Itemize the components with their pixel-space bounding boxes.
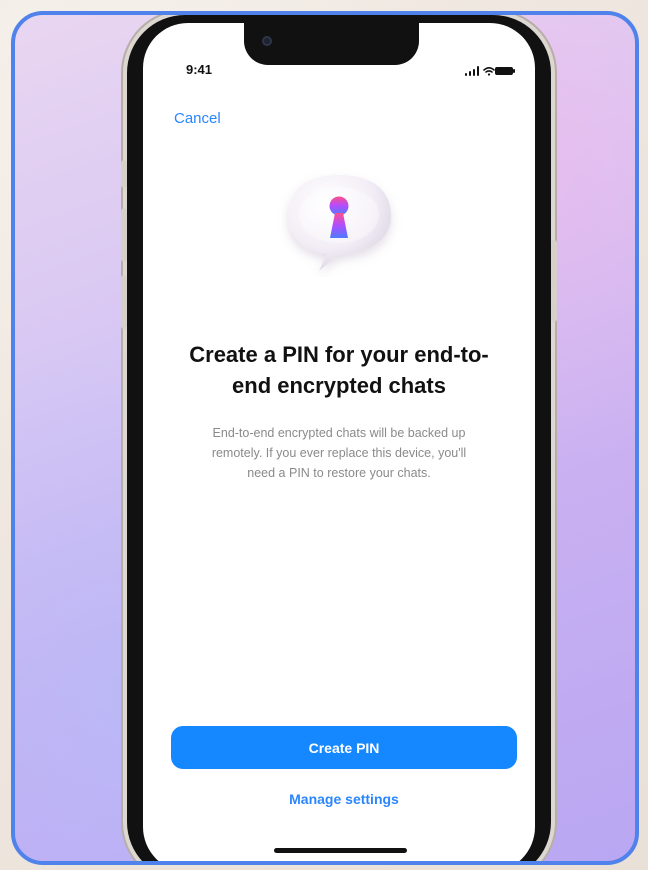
status-time: 9:41 bbox=[186, 62, 213, 77]
camera-icon bbox=[262, 36, 272, 46]
manage-settings-link[interactable]: Manage settings bbox=[246, 791, 442, 807]
side-button-mute bbox=[121, 160, 127, 188]
phone-screen: 9:41 Cancel Create a PIN for your end-to… bbox=[143, 23, 535, 861]
description-text: End-to-end encrypted chats will be backe… bbox=[211, 426, 467, 480]
side-button-volume-down bbox=[121, 275, 127, 329]
battery-icon bbox=[495, 67, 515, 75]
page-title: Create a PIN for your end-to-end encrypt… bbox=[189, 342, 489, 398]
home-indicator bbox=[274, 848, 407, 853]
phone-device: 9:41 Cancel Create a PIN for your end-to… bbox=[121, 15, 557, 861]
side-button-volume-up bbox=[121, 208, 127, 262]
phone-notch bbox=[244, 23, 419, 65]
status-icons bbox=[465, 66, 515, 76]
side-button-power bbox=[551, 240, 557, 322]
promo-card: 9:41 Cancel Create a PIN for your end-to… bbox=[11, 11, 639, 865]
create-pin-button[interactable]: Create PIN bbox=[171, 726, 517, 769]
keyhole-chat-icon bbox=[288, 175, 391, 271]
signal-icon bbox=[465, 66, 479, 76]
cancel-button[interactable]: Cancel bbox=[174, 110, 221, 127]
screenshot-stage: 9:41 Cancel Create a PIN for your end-to… bbox=[0, 0, 648, 870]
wifi-icon bbox=[483, 67, 495, 76]
